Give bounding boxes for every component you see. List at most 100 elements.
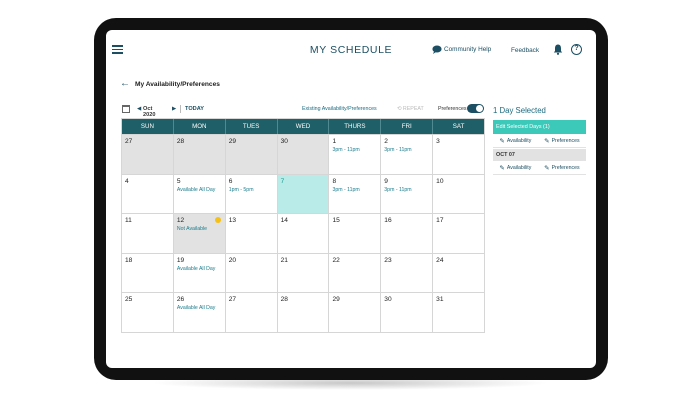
calendar-day-cell[interactable]: 26 Available All Day — [173, 293, 226, 332]
calendar-day-cell[interactable]: 10 — [433, 174, 485, 214]
calendar-week-row: 18 19 Available All Day 20 21 22 23 24 — [122, 252, 485, 293]
date-preferences-button[interactable]: ✎ Preferences — [544, 164, 579, 172]
bulk-actions: ✎ Availability ✎ Preferences — [493, 134, 586, 148]
day-number: 22 — [332, 256, 340, 264]
calendar-week-row: 25 26 Available All Day 27 28 29 30 31 — [122, 292, 485, 332]
calendar-day-cell[interactable]: 24 — [433, 253, 485, 293]
toggle-knob — [476, 105, 483, 112]
calendar-body: 27 28 29 30 1 3pm - 11pm 2 3pm - 11pm 3 4 5 Availab… — [122, 134, 485, 332]
calendar-day-cell[interactable]: 23 — [381, 253, 434, 293]
calendar-day-cell[interactable]: 12 Not Available — [173, 214, 226, 253]
calendar-grid: SUN MON TUES WED THURS FRI SAT 27 28 29 30 1 3pm - … — [121, 118, 485, 333]
day-availability-note: Available All Day — [176, 265, 216, 272]
date-availability-button[interactable]: ✎ Availability — [499, 164, 531, 172]
calendar-day-cell[interactable]: 18 — [122, 253, 174, 293]
weekday-header: SUN MON TUES WED THURS FRI SAT — [122, 119, 484, 134]
selection-panel: 1 Day Selected Edit Selected Days (1) ✎ … — [493, 106, 586, 175]
day-number: 12 — [176, 217, 185, 225]
repeat-label: REPEAT — [402, 106, 424, 112]
day-number: 11 — [125, 217, 132, 225]
bell-icon[interactable] — [553, 44, 563, 55]
weekday-label: SAT — [452, 123, 465, 130]
edit-selected-days-button[interactable]: Edit Selected Days (1) — [493, 120, 586, 134]
availability-label: Availability — [506, 164, 532, 171]
day-number: 28 — [280, 296, 288, 304]
pencil-icon: ✎ — [544, 164, 550, 172]
calendar-day-cell[interactable]: 31 — [433, 293, 485, 332]
community-help-link[interactable]: Community Help — [432, 45, 491, 54]
calendar-day-cell[interactable]: 22 — [329, 253, 382, 293]
calendar-day-cell[interactable]: 14 — [277, 214, 330, 253]
calendar-day-cell[interactable]: 15 — [329, 214, 382, 253]
back-arrow-icon: ← — [120, 78, 130, 89]
app-screen: MY SCHEDULE Community Help Feedback ? ← … — [106, 30, 596, 368]
calendar-day-cell[interactable]: 5 Available All Day — [173, 174, 226, 214]
month-label: Oct 2020 — [143, 106, 156, 118]
calendar-day-cell[interactable]: 13 — [225, 214, 278, 253]
community-help-label: Community Help — [444, 46, 492, 53]
next-month-button[interactable]: ▶ — [172, 105, 176, 113]
prev-month-button[interactable]: ◀ — [137, 105, 141, 113]
weekday-label: FRI — [381, 119, 434, 134]
day-availability-note: 1pm - 5pm — [228, 186, 254, 193]
help-circle-icon[interactable]: ? — [571, 44, 582, 55]
day-number: 2 — [384, 138, 388, 145]
calendar-day-cell[interactable]: 30 — [277, 135, 330, 174]
selected-date-header: OCT 07 — [493, 149, 586, 161]
day-availability-note: 3pm - 11pm — [384, 147, 412, 153]
preferences-toggle[interactable] — [467, 104, 484, 113]
calendar-day-cell[interactable]: 16 — [381, 214, 434, 253]
calendar-day-cell[interactable]: 29 — [329, 293, 382, 332]
calendar-day-cell[interactable]: 9 3pm - 11pm — [381, 174, 434, 214]
preferences-button[interactable]: ✎ Preferences — [544, 137, 579, 145]
back-button[interactable]: ← My Availability/Preferences — [120, 79, 220, 89]
repeat-button[interactable]: ⟲ REPEAT — [397, 106, 424, 112]
feedback-link[interactable]: Feedback — [511, 47, 539, 54]
calendar-day-cell[interactable]: 30 — [381, 293, 434, 332]
day-number: 7 — [280, 177, 285, 185]
calendar-day-cell[interactable]: 29 — [225, 135, 278, 174]
calendar-day-cell[interactable]: 19 Available All Day — [173, 253, 226, 293]
calendar-day-cell[interactable]: 21 — [277, 253, 330, 293]
calendar-day-cell[interactable]: 2 3pm - 11pm — [381, 135, 434, 174]
day-number: 13 — [228, 217, 237, 225]
calendar-day-cell[interactable]: 1 3pm - 11pm — [329, 135, 382, 174]
calendar-day-cell[interactable]: 25 — [122, 293, 174, 332]
day-number: 10 — [436, 177, 444, 185]
calendar-day-cell[interactable]: 4 — [122, 174, 174, 214]
availability-label: Availability — [506, 137, 532, 144]
calendar-day-cell[interactable]: 6 1pm - 5pm — [225, 174, 278, 214]
calendar-day-cell[interactable]: 28 — [277, 293, 330, 332]
pencil-icon: ✎ — [499, 137, 505, 145]
day-number: 21 — [280, 256, 288, 264]
stage: MY SCHEDULE Community Help Feedback ? ← … — [0, 0, 700, 400]
calendar-day-cell[interactable]: 27 — [225, 293, 278, 332]
calendar-week-row: 27 28 29 30 1 3pm - 11pm 2 3pm - 11pm 3 — [122, 134, 485, 174]
calendar-day-cell[interactable]: 3 — [433, 135, 485, 174]
weekday-label: WED — [278, 119, 330, 134]
breadcrumb: My Availability/Preferences — [135, 80, 220, 88]
calendar-day-cell[interactable]: 7 — [277, 174, 330, 214]
calendar-icon[interactable] — [122, 105, 130, 113]
weekday-label: MON — [174, 119, 226, 134]
calendar-week-row: 11 12 Not Available 13 14 15 16 17 — [122, 213, 485, 253]
existing-availability-link[interactable]: Existing Availability/Preferences — [302, 106, 377, 112]
day-number: 15 — [332, 217, 340, 225]
calendar-day-cell[interactable]: 20 — [225, 253, 278, 293]
calendar-day-cell[interactable]: 11 — [122, 214, 174, 253]
day-number: 26 — [176, 296, 185, 304]
day-number: 4 — [125, 177, 129, 185]
day-number: 27 — [228, 296, 237, 304]
day-number: 23 — [384, 256, 392, 264]
calendar-day-cell[interactable]: 28 — [173, 135, 226, 174]
availability-button[interactable]: ✎ Availability — [499, 137, 531, 145]
calendar-day-cell[interactable]: 8 3pm - 11pm — [329, 174, 382, 214]
weekday-label: SUN — [122, 119, 174, 134]
preferences-label: Preferences — [551, 164, 580, 171]
calendar-day-cell[interactable]: 17 — [433, 214, 485, 253]
today-button[interactable]: TODAY — [185, 106, 204, 112]
calendar-day-cell[interactable]: 27 — [122, 135, 174, 174]
day-number: 20 — [228, 256, 237, 264]
calendar-week-row: 4 5 Available All Day 6 1pm - 5pm 7 8 3pm - 11p… — [122, 173, 485, 214]
day-number: 8 — [332, 177, 337, 185]
